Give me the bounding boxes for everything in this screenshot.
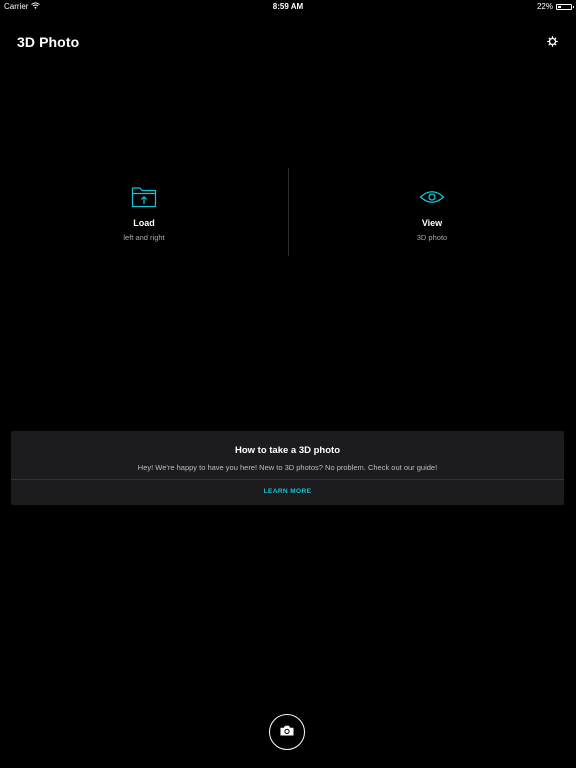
load-sublabel: left and right <box>123 233 165 242</box>
view-label: View <box>421 218 443 228</box>
learn-more-button[interactable]: LEARN MORE <box>11 488 564 495</box>
status-time: 8:59 AM <box>272 2 304 11</box>
guide-title: How to take a 3D photo <box>234 445 341 456</box>
settings-button[interactable] <box>544 35 560 51</box>
battery-icon <box>556 3 574 10</box>
load-button[interactable]: Load left and right <box>0 168 288 256</box>
view-sublabel: 3D photo <box>416 233 448 242</box>
camera-button[interactable] <box>269 714 305 750</box>
status-bar: Carrier 8:59 AM 22% <box>0 0 576 12</box>
view-button[interactable]: View 3D photo <box>288 168 576 256</box>
eye-icon <box>288 186 576 208</box>
guide-separator <box>11 479 564 480</box>
camera-icon <box>280 723 294 741</box>
page-title: 3D Photo <box>17 34 80 50</box>
settings-icon <box>546 34 558 52</box>
folder-upload-icon <box>0 186 288 208</box>
load-label: Load <box>133 218 155 228</box>
action-area: Load left and right View 3D photo <box>0 168 576 256</box>
guide-text: Hey! We're happy to have you here! New t… <box>137 463 438 472</box>
guide-card: How to take a 3D photo Hey! We're happy … <box>11 431 564 505</box>
status-right: 22% <box>536 2 574 11</box>
battery-percentage: 22% <box>536 2 553 11</box>
battery-level <box>558 5 561 8</box>
